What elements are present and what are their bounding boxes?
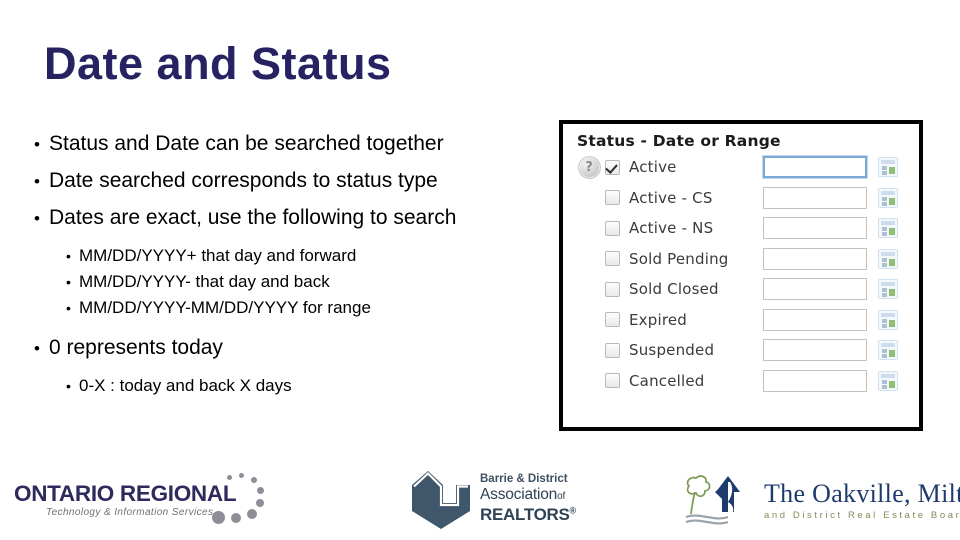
help-icon[interactable]: ? [577,155,601,179]
status-row-active-ns[interactable]: Active - NS [573,213,911,244]
checkbox-active-ns[interactable] [605,220,620,236]
logo-dot-icon [257,487,264,494]
list-item: • MM/DD/YYYY-MM/DD/YYYY for range [28,295,568,321]
date-input-active[interactable] [763,156,867,179]
oakville-line1: The Oakville, Milton [764,479,960,508]
barrie-line3: REALTORS® [480,505,576,525]
status-row-expired[interactable]: Expired [573,305,911,336]
date-input-active-ns[interactable] [763,217,867,240]
list-item: • MM/DD/YYYY+ that day and forward [28,243,568,269]
date-input-sold-closed[interactable] [763,278,867,301]
status-label: Active - NS [629,219,714,238]
date-input-sold-pending[interactable] [763,247,867,270]
status-label: Sold Pending [629,249,729,268]
calendar-picker-icon[interactable] [878,370,898,391]
list-item-label: Status and Date can be searched together [49,132,444,155]
barrie-line2: Associationof [480,486,576,504]
barrie-line1: Barrie & District [480,473,568,485]
status-row-cancelled[interactable]: Cancelled [573,366,911,397]
logo-dot-icon [227,475,232,480]
calendar-picker-icon[interactable] [878,157,898,178]
bullet-list: • Status and Date can be searched togeth… [28,126,568,399]
list-item: • Dates are exact, use the following to … [28,200,568,237]
registered-mark-icon: ® [569,505,577,516]
help-icon-slot: ? [573,155,605,179]
list-item-label: Date searched corresponds to status type [49,169,438,192]
list-item: • Status and Date can be searched togeth… [28,126,568,163]
checkbox-suspended[interactable] [605,342,620,358]
logo-dot-icon [247,509,257,519]
list-item: • MM/DD/YYYY- that day and back [28,269,568,295]
oakville-wordmark: The Oakville, Milton and District Real E… [764,479,960,521]
status-row-suspended[interactable]: Suspended [573,335,911,366]
status-row-sold-closed[interactable]: Sold Closed [573,274,911,305]
bullet-glyph: • [34,135,40,154]
logo-ontario-name: ONTARIO REGIONAL [14,481,237,506]
date-input-expired[interactable] [763,308,867,331]
logo-dot-icon [251,477,257,483]
status-label: Suspended [629,341,715,360]
barrie-line2-of: of [557,491,566,502]
barrie-shield-icon [412,471,470,529]
list-item: • Date searched corresponds to status ty… [28,163,568,200]
logo-dot-icon [239,473,244,478]
bullet-glyph: • [66,300,71,316]
list-item-label: MM/DD/YYYY+ that day and forward [79,246,357,265]
list-item-label: Dates are exact, use the following to se… [49,206,457,229]
status-label: Active [629,158,677,177]
calendar-picker-icon[interactable] [878,187,898,208]
logo-dot-icon [231,513,241,523]
panel-title: Status - Date or Range [577,132,781,150]
status-row-active[interactable]: ? Active [573,152,911,183]
bullet-glyph: • [34,209,40,228]
list-item: • 0 represents today [28,330,568,367]
page-title: Date and Status [44,38,392,89]
calendar-picker-icon[interactable] [878,340,898,361]
footer-logos: ONTARIO REGIONAL Technology & Informatio… [0,455,960,540]
calendar-picker-icon[interactable] [878,218,898,239]
date-input-active-cs[interactable] [763,186,867,209]
barrie-realtors-word: REALTORS [480,505,570,524]
bullet-glyph: • [34,339,40,358]
slide-canvas: Date and Status • Status and Date can be… [0,0,960,540]
list-item-label: 0-X : today and back X days [79,376,292,395]
barrie-line2-main: Association [480,486,558,503]
logo-ontario-tagline: Technology & Information Services [46,507,214,518]
calendar-picker-icon[interactable] [878,309,898,330]
list-item-label: MM/DD/YYYY-MM/DD/YYYY for range [79,298,371,317]
logo-oakville-milton: The Oakville, Milton and District Real E… [676,467,960,533]
checkbox-active-cs[interactable] [605,190,620,206]
list-item-label: MM/DD/YYYY- that day and back [79,272,330,291]
status-label: Sold Closed [629,280,719,299]
bullet-glyph: • [34,172,40,191]
logo-dot-icon [212,511,225,524]
date-input-cancelled[interactable] [763,369,867,392]
status-date-panel-screenshot: Status - Date or Range ? Active Active -… [559,120,923,431]
bullet-glyph: • [66,378,71,394]
calendar-picker-icon[interactable] [878,279,898,300]
date-input-suspended[interactable] [763,339,867,362]
status-label: Expired [629,310,688,329]
status-date-panel: Status - Date or Range ? Active Active -… [563,124,919,427]
checkbox-sold-closed[interactable] [605,281,620,297]
status-label: Cancelled [629,371,705,390]
bullet-glyph: • [66,274,71,290]
barrie-wordmark: Barrie & District Associationof REALTORS… [480,473,576,525]
logo-dot-icon [256,499,264,507]
checkbox-active[interactable] [605,159,620,175]
oakville-line2: and District Real Estate Board [764,510,960,521]
oakville-emblem-icon [685,475,740,525]
status-row-active-cs[interactable]: Active - CS [573,183,911,214]
logo-barrie-realtors: Barrie & District Associationof REALTORS… [412,467,592,533]
status-row-sold-pending[interactable]: Sold Pending [573,244,911,275]
status-label: Active - CS [629,188,713,207]
bullet-glyph: • [66,248,71,264]
checkbox-cancelled[interactable] [605,373,620,389]
list-item: • 0-X : today and back X days [28,373,568,399]
checkbox-sold-pending[interactable] [605,251,620,267]
checkbox-expired[interactable] [605,312,620,328]
list-item-label: 0 represents today [49,336,223,359]
logo-ontario-regional: ONTARIO REGIONAL Technology & Informatio… [14,473,274,529]
calendar-picker-icon[interactable] [878,248,898,269]
